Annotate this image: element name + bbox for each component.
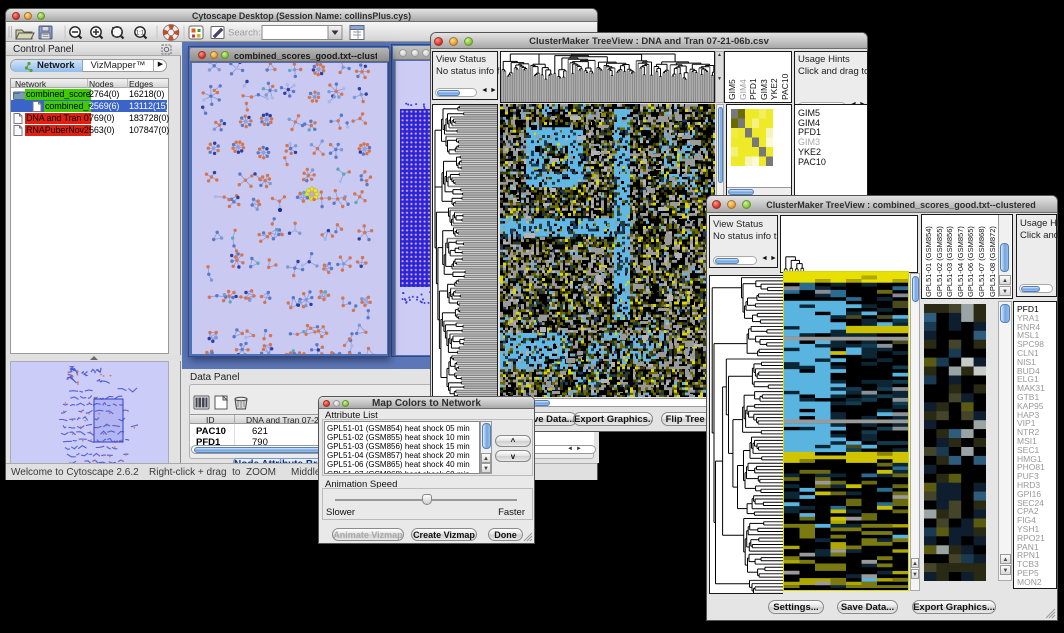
svg-text:Search:: Search: bbox=[228, 28, 261, 39]
svg-text:1:1: 1:1 bbox=[136, 31, 145, 37]
